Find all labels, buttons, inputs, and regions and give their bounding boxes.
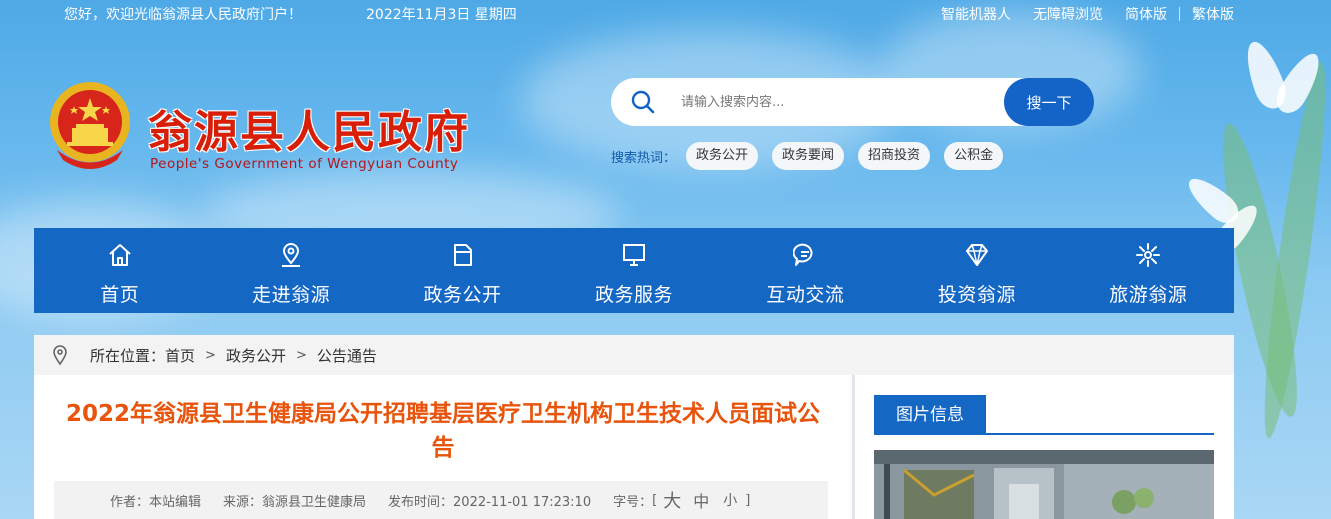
nav-item-home[interactable]: 首页 xyxy=(34,228,205,313)
side-panel: 图片信息 xyxy=(855,375,1234,519)
site-title: 翁源县人民政府 xyxy=(148,107,470,158)
nav-item-about[interactable]: 走进翁源 xyxy=(205,228,376,313)
diamond-icon xyxy=(965,244,988,266)
tab-photo-info[interactable]: 图片信息 xyxy=(874,395,986,435)
hot-tag-zhaoshang-touzi[interactable]: 招商投资 xyxy=(858,142,931,170)
hot-tag-zhengwu-yaowen[interactable]: 政务要闻 xyxy=(772,142,845,170)
breadcrumb: 所在位置： 首页 > 政务公开 > 公告通告 xyxy=(34,335,1234,375)
article-published-time: 发布时间：2022-11-01 17:23:10 xyxy=(388,494,592,510)
top-bar: 您好，欢迎光临翁源县人民政府门户！ 2022年11月3日 星期四 智能机器人 无… xyxy=(0,0,1331,28)
font-size-label: 字号： xyxy=(613,494,653,510)
link-divider xyxy=(1179,7,1180,21)
main-nav: 首页 走进翁源 政务公开 政务服务 互动交流 投资翁源 旅游翁源 xyxy=(34,228,1234,313)
welcome-text: 您好，欢迎光临翁源县人民政府门户！ xyxy=(64,7,302,23)
hot-tag-gongjijin[interactable]: 公积金 xyxy=(944,142,1004,170)
font-size-bracket-open: [ xyxy=(652,492,658,508)
national-emblem-logo[interactable] xyxy=(47,80,133,172)
hot-search-label: 搜索热词： xyxy=(611,150,677,166)
monitor-icon xyxy=(622,244,645,266)
article-source: 来源：翁源县卫生健康局 xyxy=(223,494,367,510)
article-panel: 2022年翁源县卫生健康局公开招聘基层医疗卫生机构卫生技术人员面试公告 作者：本… xyxy=(34,375,852,519)
nav-item-label: 互动交流 xyxy=(766,284,845,306)
nav-item-gov-affairs[interactable]: 政务公开 xyxy=(377,228,548,313)
nav-item-interaction[interactable]: 互动交流 xyxy=(720,228,891,313)
hot-search-terms: 搜索热词： 政务公开 政务要闻 招商投资 公积金 xyxy=(611,142,1017,170)
breadcrumb-gov-affairs[interactable]: 政务公开 xyxy=(226,345,286,366)
search-input[interactable] xyxy=(681,90,981,114)
article-author: 作者：本站编辑 xyxy=(110,494,202,510)
top-links: 智能机器人 无障碍浏览 简体版 繁体版 xyxy=(941,4,1234,24)
breadcrumb-separator: > xyxy=(295,347,307,363)
nav-item-label: 走进翁源 xyxy=(252,284,331,306)
breadcrumb-home[interactable]: 首页 xyxy=(165,345,195,366)
search-box: 搜一下 xyxy=(611,78,1094,126)
search-icon xyxy=(631,90,655,114)
nav-item-label: 投资翁源 xyxy=(937,284,1016,306)
current-date: 2022年11月3日 星期四 xyxy=(366,7,517,23)
nav-item-invest[interactable]: 投资翁源 xyxy=(891,228,1062,313)
location-pin-icon xyxy=(53,345,67,366)
traditional-chinese-link[interactable]: 繁体版 xyxy=(1192,4,1234,24)
chat-icon xyxy=(793,243,813,266)
nav-item-gov-services[interactable]: 政务服务 xyxy=(548,228,719,313)
font-size-small[interactable]: 小 xyxy=(723,490,737,510)
nav-item-label: 政务公开 xyxy=(423,284,502,306)
photo-illustration xyxy=(874,450,1214,519)
robot-link[interactable]: 智能机器人 xyxy=(941,4,1011,24)
font-size-bracket-close: ] xyxy=(745,492,751,508)
search-button[interactable]: 搜一下 xyxy=(1004,78,1094,126)
breadcrumb-label: 所在位置： xyxy=(90,346,166,365)
side-panel-header: 图片信息 xyxy=(874,395,1214,435)
home-icon xyxy=(109,244,131,266)
nav-item-label: 首页 xyxy=(100,284,140,306)
simplified-chinese-link[interactable]: 简体版 xyxy=(1125,4,1167,24)
site-subtitle: People's Government of Wengyuan County xyxy=(150,156,459,172)
breadcrumb-announcements[interactable]: 公告通告 xyxy=(317,345,377,366)
nav-item-tourism[interactable]: 旅游翁源 xyxy=(1063,228,1234,313)
location-icon xyxy=(282,243,301,267)
font-size-medium[interactable]: 中 xyxy=(693,488,709,512)
flower-icon xyxy=(1136,243,1161,267)
nav-item-label: 政务服务 xyxy=(594,284,673,306)
article-title: 2022年翁源县卫生健康局公开招聘基层医疗卫生机构卫生技术人员面试公告 xyxy=(65,401,820,461)
nav-item-label: 旅游翁源 xyxy=(1109,284,1188,306)
breadcrumb-separator: > xyxy=(205,347,216,363)
font-size-large[interactable]: 大 xyxy=(663,487,681,513)
article-meta: 作者：本站编辑 来源：翁源县卫生健康局 发布时间：2022-11-01 17:2… xyxy=(54,481,828,519)
folder-icon xyxy=(453,244,472,266)
photo-info-image[interactable] xyxy=(874,450,1214,519)
accessibility-link[interactable]: 无障碍浏览 xyxy=(1033,4,1103,24)
hot-tag-zhengwu-gongkai[interactable]: 政务公开 xyxy=(686,142,759,170)
